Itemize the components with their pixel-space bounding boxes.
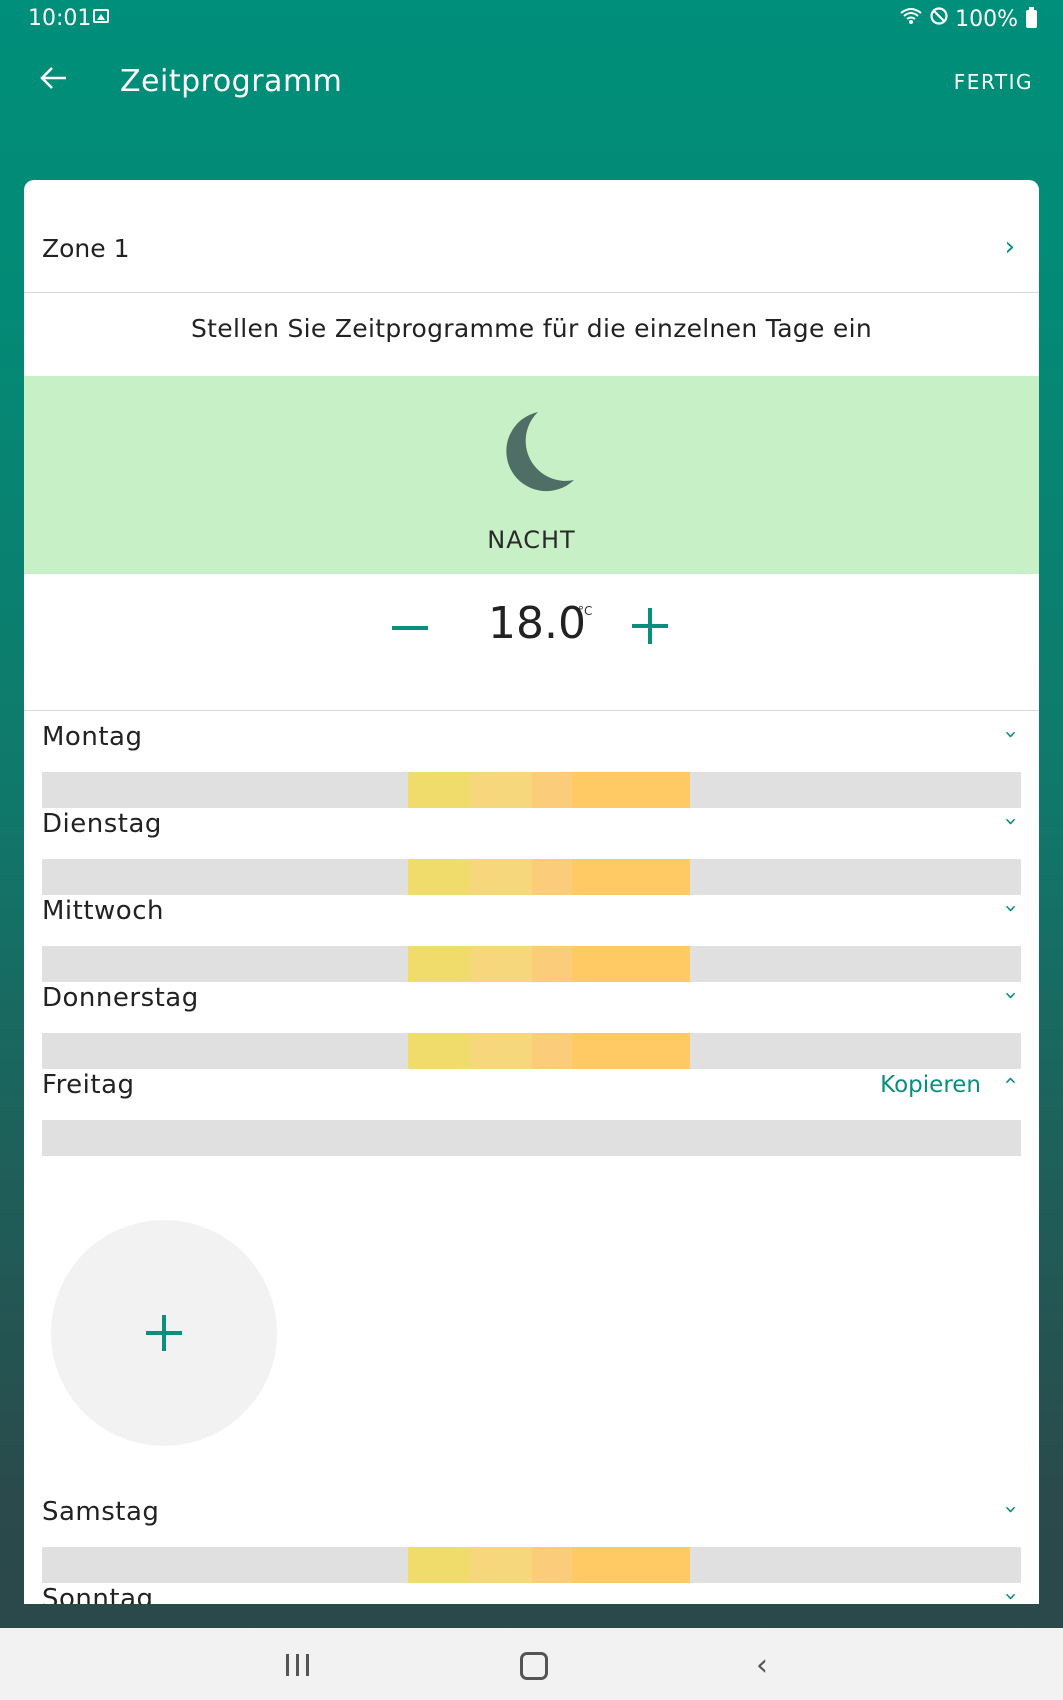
day-name: Montag (42, 722, 143, 752)
add-time-slot-button[interactable] (51, 1220, 277, 1446)
status-icons: 100% (899, 6, 1037, 32)
home-icon[interactable] (520, 1652, 548, 1680)
wifi-icon (899, 6, 923, 32)
done-button[interactable]: FERTIG (954, 70, 1033, 94)
plus-icon (146, 1315, 182, 1351)
day-row-donnerstag[interactable]: Donnerstag › (24, 971, 1039, 1069)
chevron-down-icon[interactable]: › (998, 817, 1023, 826)
schedule-card: Zone 1 › Stellen Sie Zeitprogramme für d… (24, 180, 1039, 1604)
back-arrow-icon[interactable] (34, 62, 74, 102)
decrease-temperature-button[interactable] (392, 626, 428, 630)
increase-temperature-button[interactable] (632, 608, 668, 644)
schedule-timeline[interactable] (42, 1120, 1021, 1156)
copy-schedule-button[interactable]: Kopieren (880, 1072, 981, 1098)
temperature-unit: °C (578, 604, 593, 618)
instruction-text: Stellen Sie Zeitprogramme für die einzel… (191, 314, 872, 343)
moon-icon (506, 412, 574, 492)
day-name: Samstag (42, 1497, 160, 1527)
recent-apps-icon[interactable] (286, 1654, 310, 1676)
do-not-disturb-icon (929, 6, 949, 32)
battery-icon (1026, 7, 1037, 28)
day-name: Sonntag (42, 1584, 154, 1604)
chevron-down-icon[interactable]: › (998, 1505, 1023, 1514)
day-name: Freitag (42, 1070, 135, 1100)
day-row-dienstag[interactable]: Dienstag › (24, 797, 1039, 895)
system-back-icon[interactable]: ‹ (756, 1648, 768, 1683)
page-title: Zeitprogramm (120, 64, 343, 99)
day-name: Dienstag (42, 809, 162, 839)
status-bar: 10:01 100% (0, 0, 1063, 40)
zone-selector[interactable]: Zone 1 › (24, 180, 1039, 293)
image-notification-icon (93, 9, 109, 23)
temperature-value: 18.0 (488, 598, 586, 649)
day-row-mittwoch[interactable]: Mittwoch › (24, 884, 1039, 982)
system-navigation-bar: ‹ (0, 1628, 1063, 1700)
day-row-sonntag[interactable]: Sonntag › (24, 1572, 1039, 1604)
day-name: Donnerstag (42, 983, 199, 1013)
app-bar: Zeitprogramm FERTIG (0, 40, 1063, 130)
status-time: 10:01 (28, 6, 92, 31)
chevron-up-icon[interactable]: › (998, 1076, 1023, 1085)
chevron-right-icon: › (1004, 232, 1015, 262)
temperature-control: 18.0 °C (24, 574, 1039, 711)
day-row-montag[interactable]: Montag › (24, 710, 1039, 808)
day-name: Mittwoch (42, 896, 164, 926)
mode-label: NACHT (487, 526, 576, 554)
chevron-down-icon[interactable]: › (998, 904, 1023, 913)
chevron-down-icon[interactable]: › (998, 1592, 1023, 1601)
chevron-down-icon[interactable]: › (998, 730, 1023, 739)
chevron-down-icon[interactable]: › (998, 991, 1023, 1000)
mode-selector[interactable]: NACHT (24, 376, 1039, 574)
zone-label: Zone 1 (42, 234, 130, 263)
day-row-freitag[interactable]: Freitag Kopieren › (24, 1058, 1039, 1156)
battery-level: 100% (955, 6, 1018, 32)
day-row-samstag[interactable]: Samstag › (24, 1485, 1039, 1583)
